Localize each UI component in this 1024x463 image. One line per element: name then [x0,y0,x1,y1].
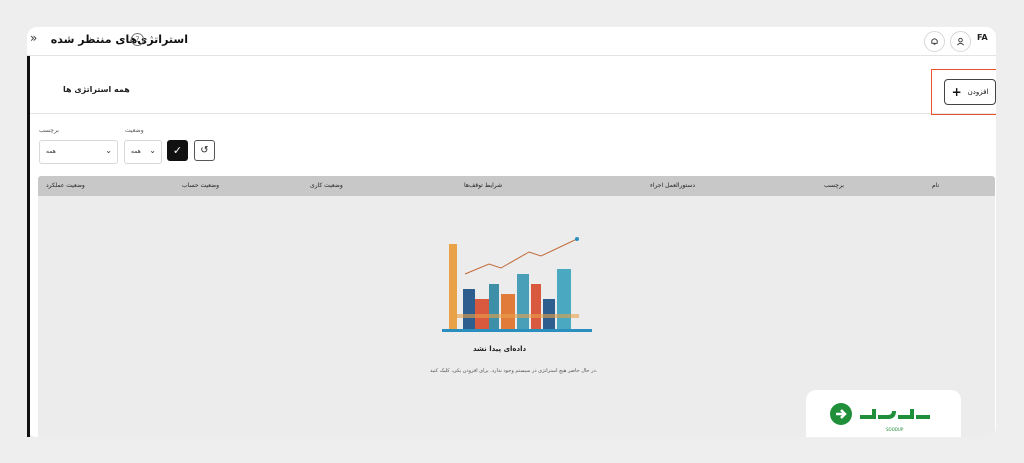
chevron-down-icon: ⌄ [105,146,112,155]
tag-filter-select[interactable]: همه ⌄ [39,140,118,164]
column-work-status[interactable]: وضعیت کاری [310,182,343,189]
column-execution[interactable]: دستورالعمل اجراء [650,182,695,189]
section-title: همه استراتژی ها [63,85,130,94]
check-icon: ✓ [172,144,183,157]
page-title: استراتژی‌های منتظر شده [50,33,188,46]
column-stop-conditions[interactable]: شرایط توقف‌ها [464,182,502,189]
empty-state-title: داده‌ای پیدا نشد [473,345,527,353]
user-icon[interactable] [950,31,971,52]
tag-filter-label: برچسب [39,127,59,134]
table-header: نام برچسب دستورالعمل اجراء شرایط توقف‌ها… [38,176,995,196]
left-accent-bar [27,56,30,437]
status-filter-value: همه [131,148,141,155]
app-window: » استراتژی‌های منتظر شده ? FA همه استرات… [27,27,996,437]
column-tag[interactable]: برچسب [824,182,844,189]
column-account-status: وضعیت حساب [182,182,220,189]
help-icon[interactable]: ? [131,33,144,46]
section-header [30,57,996,114]
reset-icon: ↺ [200,145,209,156]
column-performance-status: وضعیت عملکرد [46,182,85,189]
reset-filter-button[interactable]: ↺ [194,140,215,161]
add-button-label: افزودن [967,88,989,96]
language-switch[interactable]: FA [977,33,988,42]
status-filter-select[interactable]: همه ⌄ [124,140,162,164]
brand-name: SOODUP [886,427,904,432]
bell-icon[interactable] [924,31,945,52]
status-filter-label: وضعیت [125,127,144,134]
plus-icon: + [951,85,962,99]
tag-filter-value: همه [46,148,56,155]
empty-state-message: در حال حاضر هیچ استراتژی در سیستم وجود ن… [430,368,598,374]
add-button[interactable]: + افزودن [944,79,996,105]
brand-logo-card: SOODUP [806,390,961,437]
column-name[interactable]: نام [932,182,939,189]
collapse-icon[interactable]: » [30,31,37,45]
apply-filter-button[interactable]: ✓ [167,140,188,161]
chevron-down-icon: ⌄ [149,146,156,155]
empty-state-illustration [442,237,592,332]
top-bar: » استراتژی‌های منتظر شده ? FA [27,27,996,56]
soodup-logo [830,403,930,425]
